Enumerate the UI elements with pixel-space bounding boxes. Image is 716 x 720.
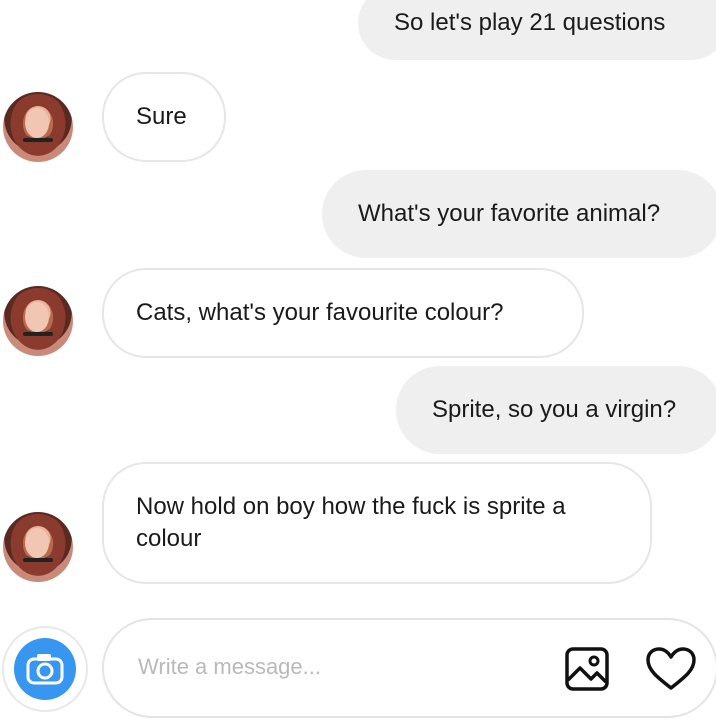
- sent-message: Sprite, so you a virgin?: [396, 366, 716, 454]
- message-text: Now hold on boy how the fuck is sprite a…: [136, 493, 566, 552]
- received-message: Sure: [102, 72, 226, 162]
- message-text: Sprite, so you a virgin?: [432, 396, 677, 423]
- received-message: Cats, what's your favourite colour?: [102, 268, 584, 358]
- message-thread: So let's play 21 questions Sure What's y…: [0, 0, 716, 720]
- contact-avatar[interactable]: [3, 286, 73, 356]
- message-input[interactable]: Write a message...: [138, 654, 321, 680]
- sent-message: What's your favorite animal?: [322, 170, 716, 258]
- received-message: Now hold on boy how the fuck is sprite a…: [102, 462, 652, 584]
- message-text: So let's play 21 questions: [394, 9, 666, 36]
- camera-button[interactable]: [2, 626, 88, 712]
- message-text: Sure: [136, 103, 187, 130]
- camera-icon: [14, 638, 76, 700]
- message-text: Cats, what's your favourite colour?: [136, 299, 504, 326]
- message-composer[interactable]: Write a message...: [102, 618, 716, 718]
- image-icon[interactable]: [562, 644, 612, 694]
- message-text: What's your favorite animal?: [358, 200, 661, 227]
- contact-avatar[interactable]: [3, 92, 73, 162]
- heart-icon[interactable]: [644, 644, 698, 694]
- contact-avatar[interactable]: [3, 512, 73, 582]
- sent-message: So let's play 21 questions: [358, 0, 716, 60]
